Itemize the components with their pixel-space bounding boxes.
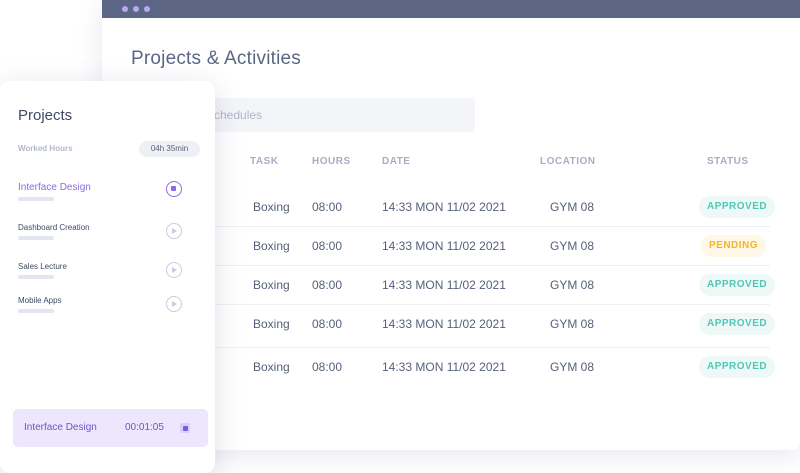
projects-panel: Projects Worked Hours 04h 35min Interfac… — [0, 81, 215, 473]
timer-elapsed: 00:01:05 — [125, 422, 164, 433]
stop-icon[interactable] — [180, 423, 190, 433]
cell-location: GYM 08 — [550, 278, 595, 292]
cell-task: Boxing — [253, 360, 290, 374]
panel-title: Projects — [18, 107, 73, 124]
cell-date: 14:33 MON 11/02 2021 — [382, 239, 506, 253]
play-icon[interactable] — [166, 223, 182, 239]
status-badge: APPROVED — [699, 274, 776, 296]
cell-location: GYM 08 — [550, 239, 595, 253]
column-header-task[interactable]: TASK — [250, 156, 278, 167]
cell-task: Boxing — [253, 317, 290, 331]
status-badge: APPROVED — [699, 313, 776, 335]
play-icon[interactable] — [166, 262, 182, 278]
page-title: Projects & Activities — [131, 48, 301, 69]
project-progress-bar — [18, 275, 54, 279]
column-header-location[interactable]: LOCATION — [540, 156, 595, 167]
cell-hours: 08:00 — [312, 200, 343, 214]
cell-date: 14:33 MON 11/02 2021 — [382, 317, 506, 331]
cell-date: 14:33 MON 11/02 2021 — [382, 200, 506, 214]
project-progress-bar — [18, 236, 54, 240]
window-titlebar — [102, 0, 800, 18]
status-badge: APPROVED — [699, 356, 776, 378]
cell-location: GYM 08 — [550, 317, 595, 331]
window-dot-icon[interactable] — [144, 6, 150, 12]
cell-hours: 08:00 — [312, 239, 343, 253]
stop-icon[interactable] — [166, 181, 182, 197]
project-progress-bar — [18, 309, 54, 313]
worked-hours-label: Worked Hours — [18, 144, 73, 153]
cell-date: 14:33 MON 11/02 2021 — [382, 278, 506, 292]
column-header-date[interactable]: DATE — [382, 156, 410, 167]
window-dot-icon[interactable] — [122, 6, 128, 12]
cell-task: Boxing — [253, 200, 290, 214]
search-input[interactable]: chedules — [202, 98, 475, 132]
column-header-hours[interactable]: HOURS — [312, 156, 351, 167]
worked-hours-badge: 04h 35min — [139, 141, 200, 157]
play-icon[interactable] — [166, 296, 182, 312]
cell-location: GYM 08 — [550, 200, 595, 214]
status-badge: APPROVED — [699, 196, 776, 218]
status-badge: PENDING — [701, 235, 767, 257]
window-dot-icon[interactable] — [133, 6, 139, 12]
cell-task: Boxing — [253, 239, 290, 253]
search-placeholder: chedules — [214, 108, 263, 122]
project-progress-bar — [18, 197, 54, 201]
active-timer[interactable]: Interface Design 00:01:05 — [13, 409, 208, 447]
cell-hours: 08:00 — [312, 317, 343, 331]
column-header-status[interactable]: STATUS — [707, 156, 749, 167]
cell-hours: 08:00 — [312, 360, 343, 374]
cell-location: GYM 08 — [550, 360, 595, 374]
cell-hours: 08:00 — [312, 278, 343, 292]
timer-project-name: Interface Design — [24, 422, 97, 433]
cell-task: Boxing — [253, 278, 290, 292]
cell-date: 14:33 MON 11/02 2021 — [382, 360, 506, 374]
